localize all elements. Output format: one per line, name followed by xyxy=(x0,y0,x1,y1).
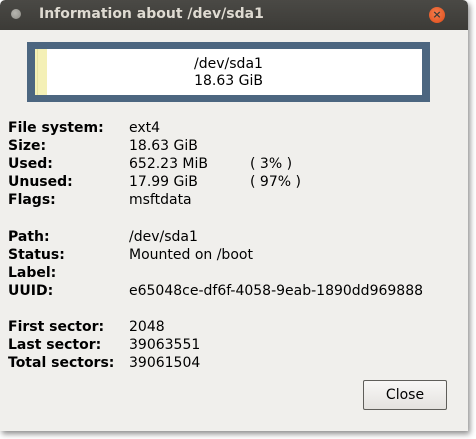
last-sector-label: Last sector: xyxy=(8,337,102,353)
flags-value: msftdata xyxy=(129,192,192,208)
path-label: Path: xyxy=(8,229,50,245)
label-label: Label: xyxy=(8,265,57,281)
partition-graphic-text: /dev/sda1 18.63 GiB xyxy=(35,56,422,90)
uuid-label: UUID: xyxy=(8,283,54,299)
first-sector-value: 2048 xyxy=(129,319,165,335)
title-bar[interactable]: Information about /dev/sda1 × xyxy=(0,0,468,30)
unused-percent: ( 97% ) xyxy=(250,174,301,190)
unused-value: 17.99 GiB xyxy=(129,174,198,190)
total-sectors-value: 39061504 xyxy=(129,355,201,371)
status-value: Mounted on /boot xyxy=(129,247,253,263)
partition-usage-box: /dev/sda1 18.63 GiB xyxy=(35,49,422,95)
info-dialog: Information about /dev/sda1 × /dev/sda1 … xyxy=(0,0,468,431)
used-value: 652.23 MiB xyxy=(129,156,209,172)
unused-label: Unused: xyxy=(8,174,73,190)
file-system-label: File system: xyxy=(8,120,104,136)
last-sector-value: 39063551 xyxy=(129,337,201,353)
partition-graphic-size: 18.63 GiB xyxy=(194,73,263,89)
path-value: /dev/sda1 xyxy=(129,229,198,245)
window-title: Information about /dev/sda1 xyxy=(39,6,264,22)
uuid-value: e65048ce-df6f-4058-9eab-1890dd969888 xyxy=(129,283,424,299)
size-value: 18.63 GiB xyxy=(129,138,198,154)
close-button[interactable]: Close xyxy=(363,380,447,410)
flags-label: Flags: xyxy=(8,192,56,208)
status-label: Status: xyxy=(8,247,65,263)
partition-graphic: /dev/sda1 18.63 GiB xyxy=(27,42,430,102)
size-label: Size: xyxy=(8,138,47,154)
used-percent: ( 3% ) xyxy=(250,156,293,172)
first-sector-label: First sector: xyxy=(8,319,105,335)
window-menu-icon[interactable] xyxy=(11,9,21,19)
used-label: Used: xyxy=(8,156,53,172)
file-system-value: ext4 xyxy=(129,120,161,136)
close-icon[interactable]: × xyxy=(429,7,445,23)
total-sectors-label: Total sectors: xyxy=(8,355,115,371)
partition-graphic-path: /dev/sda1 xyxy=(194,56,263,72)
